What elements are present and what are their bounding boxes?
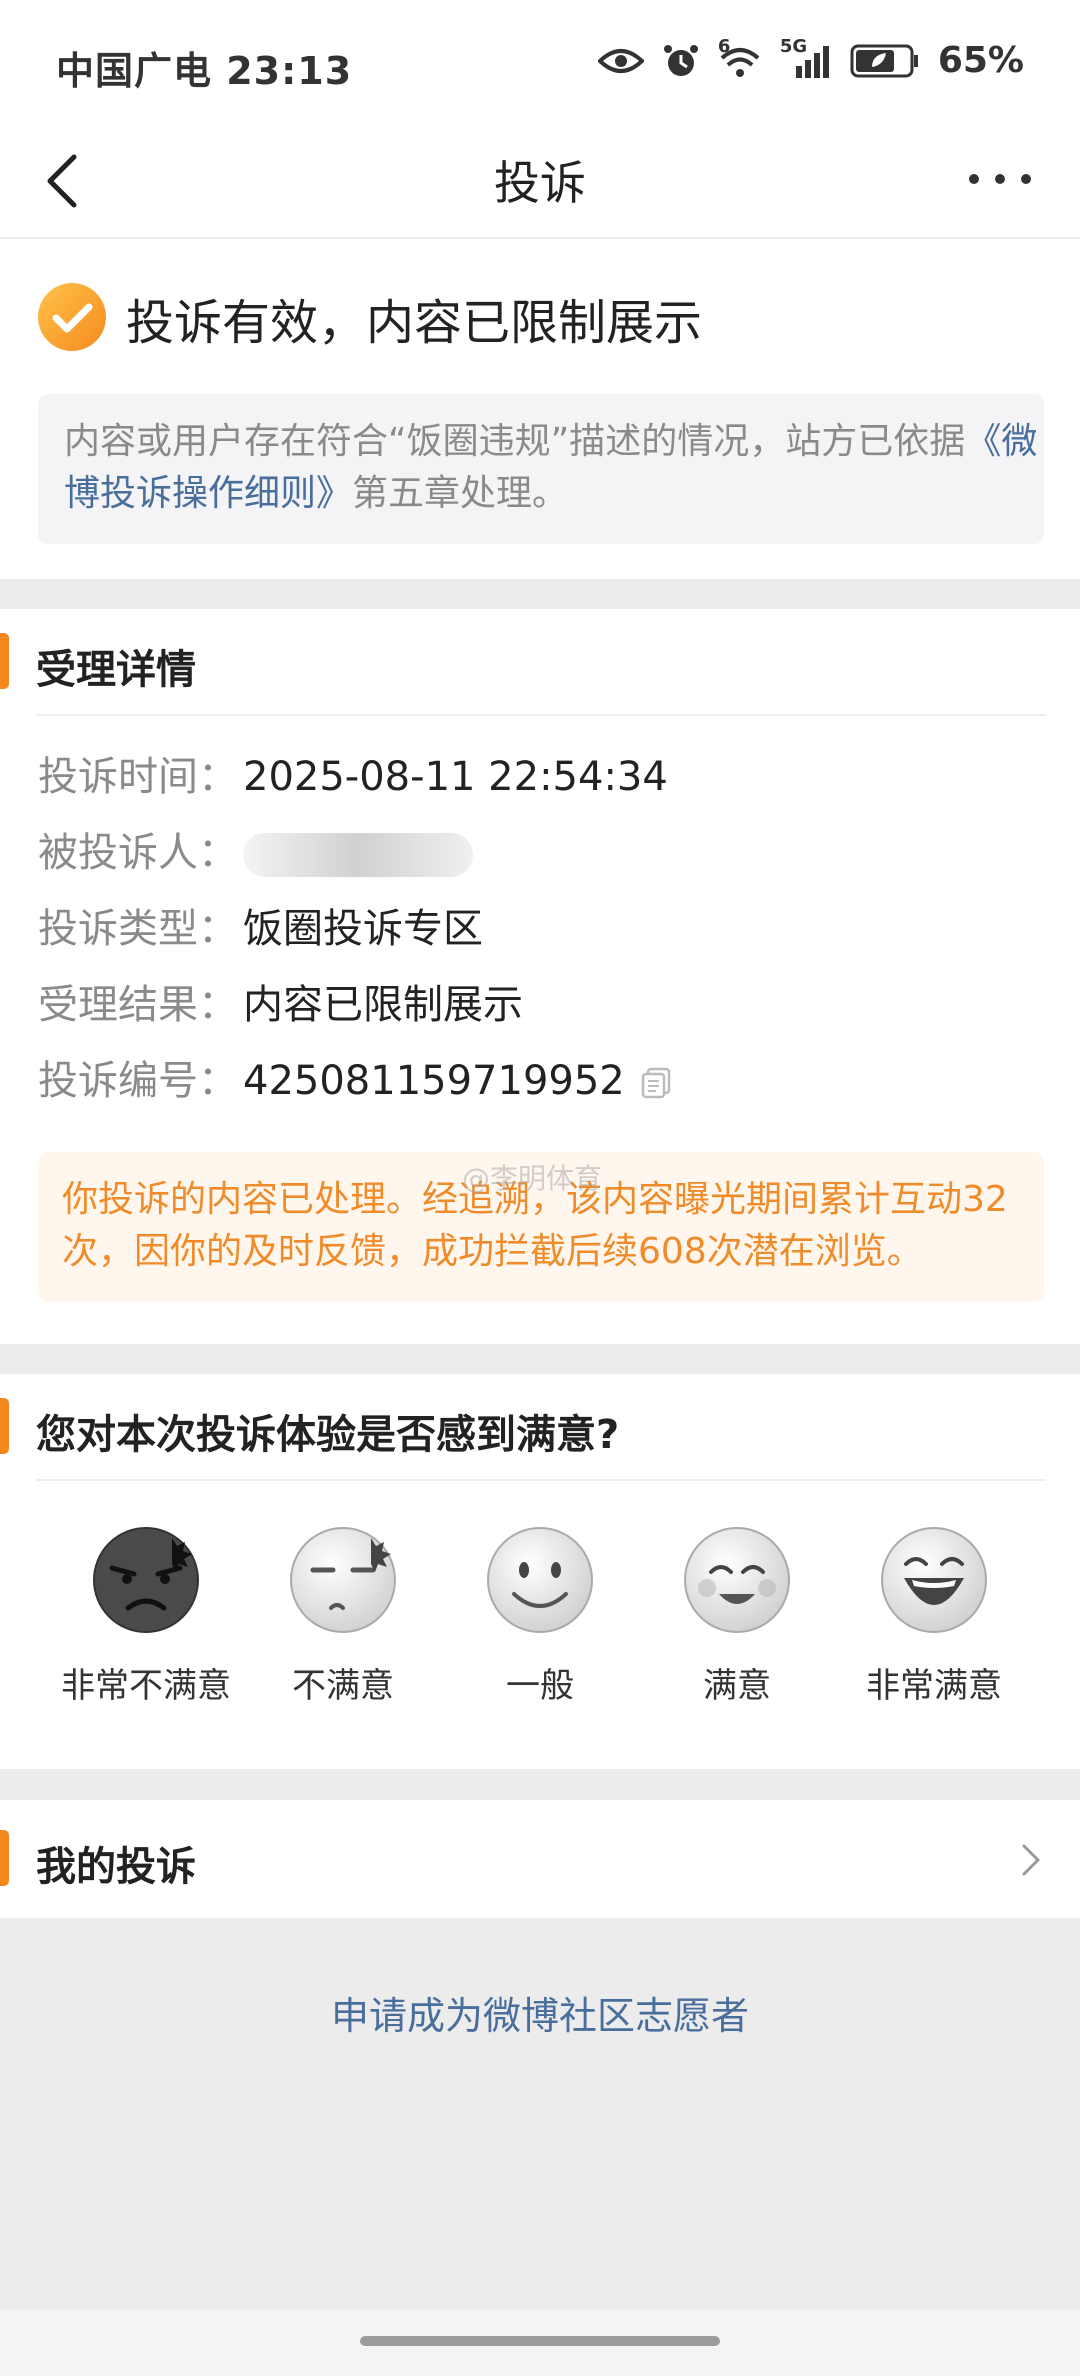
option-satisfied[interactable]: 满意 — [637, 1524, 837, 1707]
detail-label: 投诉编号： — [38, 1058, 238, 1104]
cellular-icon: 5G — [780, 36, 832, 80]
carrier-time: 中国广电 23:13 — [56, 49, 353, 93]
option-label: 满意 — [703, 1666, 771, 1706]
status-icons: 6 5G 65% — [597, 36, 1024, 81]
detail-value: 2025-08-11 22:54:34 — [243, 754, 668, 800]
divider — [36, 714, 1046, 716]
nav-bar: 投诉 — [0, 125, 1080, 239]
option-neutral[interactable]: 一般 — [440, 1524, 640, 1707]
status-bar: 中国广电 23:13 6 5G 65% — [0, 0, 1080, 125]
satisfaction-options: 非常不满意 不满意 一般 满意 非常满意 — [0, 1524, 1080, 1744]
watermark: @李明体育 — [462, 1162, 603, 1195]
notice-prefix: 内容或用户存在符合“饭圈违规”描述的情况，站方已依据 — [64, 421, 966, 462]
eye-icon — [597, 48, 644, 73]
section-accent-bar — [0, 1830, 9, 1886]
dissatisfied-face-icon — [290, 1527, 396, 1633]
detail-row-target: 被投诉人： — [38, 827, 473, 879]
option-very-satisfied[interactable]: 非常满意 — [834, 1524, 1034, 1707]
detail-row-time: 投诉时间： 2025-08-11 22:54:34 — [38, 751, 668, 803]
result-title: 投诉有效，内容已限制展示 — [126, 295, 703, 351]
alarm-icon — [663, 44, 698, 76]
very-satisfied-face-icon — [881, 1527, 987, 1633]
battery-icon — [850, 44, 918, 77]
details-card: 受理详情 投诉时间： 2025-08-11 22:54:34 被投诉人： 投诉类型… — [0, 609, 1080, 1344]
detail-label: 投诉类型： — [38, 906, 238, 952]
very-dissatisfied-face-icon — [93, 1527, 199, 1633]
result-notice: 内容或用户存在符合“饭圈违规”描述的情况，站方已依据《微博投诉操作细则》第五章处… — [38, 394, 1044, 544]
option-dissatisfied[interactable]: 不满意 — [243, 1524, 443, 1707]
page-title: 投诉 — [494, 156, 586, 210]
option-label: 非常不满意 — [61, 1666, 231, 1706]
divider — [36, 1479, 1046, 1481]
check-circle-icon — [38, 283, 106, 351]
detail-value: 饭圈投诉专区 — [243, 906, 483, 952]
section-accent-bar — [0, 1398, 9, 1454]
wifi-label: 6 — [717, 35, 731, 57]
detail-label: 被投诉人： — [38, 830, 238, 876]
detail-row-result: 受理结果： 内容已限制展示 — [38, 979, 523, 1031]
redacted-username — [243, 833, 473, 877]
chevron-right-icon — [1022, 1844, 1040, 1876]
details-section-title: 受理详情 — [36, 647, 196, 693]
detail-row-number: 投诉编号： 425081159719952 — [38, 1055, 673, 1107]
option-label: 一般 — [506, 1666, 574, 1706]
satisfaction-question: 您对本次投诉体验是否感到满意? — [36, 1412, 620, 1458]
more-dots-icon[interactable] — [960, 159, 1040, 199]
option-label: 非常满意 — [866, 1666, 1002, 1706]
option-very-dissatisfied[interactable]: 非常不满意 — [46, 1524, 246, 1707]
notice-suffix: 第五章处理。 — [352, 473, 569, 514]
option-label: 不满意 — [292, 1666, 394, 1706]
home-indicator[interactable] — [360, 2336, 720, 2346]
detail-value: 内容已限制展示 — [243, 982, 523, 1028]
detail-row-type: 投诉类型： 饭圈投诉专区 — [38, 903, 483, 955]
notice-text: 内容或用户存在符合“饭圈违规”描述的情况，站方已依据《微博投诉操作细则》第五章处… — [64, 416, 1044, 520]
detail-label: 投诉时间： — [38, 754, 238, 800]
result-card: 投诉有效，内容已限制展示 内容或用户存在符合“饭圈违规”描述的情况，站方已依据《… — [0, 239, 1080, 579]
detail-label: 受理结果： — [38, 982, 238, 1028]
wifi-icon: 6 — [718, 36, 762, 80]
network-type-label: 5G — [779, 35, 808, 57]
my-complaints-row[interactable]: 我的投诉 — [0, 1800, 1080, 1918]
detail-value: 425081159719952 — [243, 1058, 625, 1104]
volunteer-link[interactable]: 申请成为微博社区志愿者 — [0, 1985, 1080, 2040]
my-complaints-label: 我的投诉 — [36, 1844, 196, 1890]
neutral-face-icon — [487, 1527, 593, 1633]
satisfied-face-icon — [684, 1527, 790, 1633]
satisfaction-card: 您对本次投诉体验是否感到满意? 非常不满意 不满意 一般 满意 非常满意 — [0, 1374, 1080, 1769]
copy-icon[interactable] — [639, 1066, 673, 1100]
battery-percent: 65% — [937, 40, 1024, 81]
section-accent-bar — [0, 633, 9, 689]
